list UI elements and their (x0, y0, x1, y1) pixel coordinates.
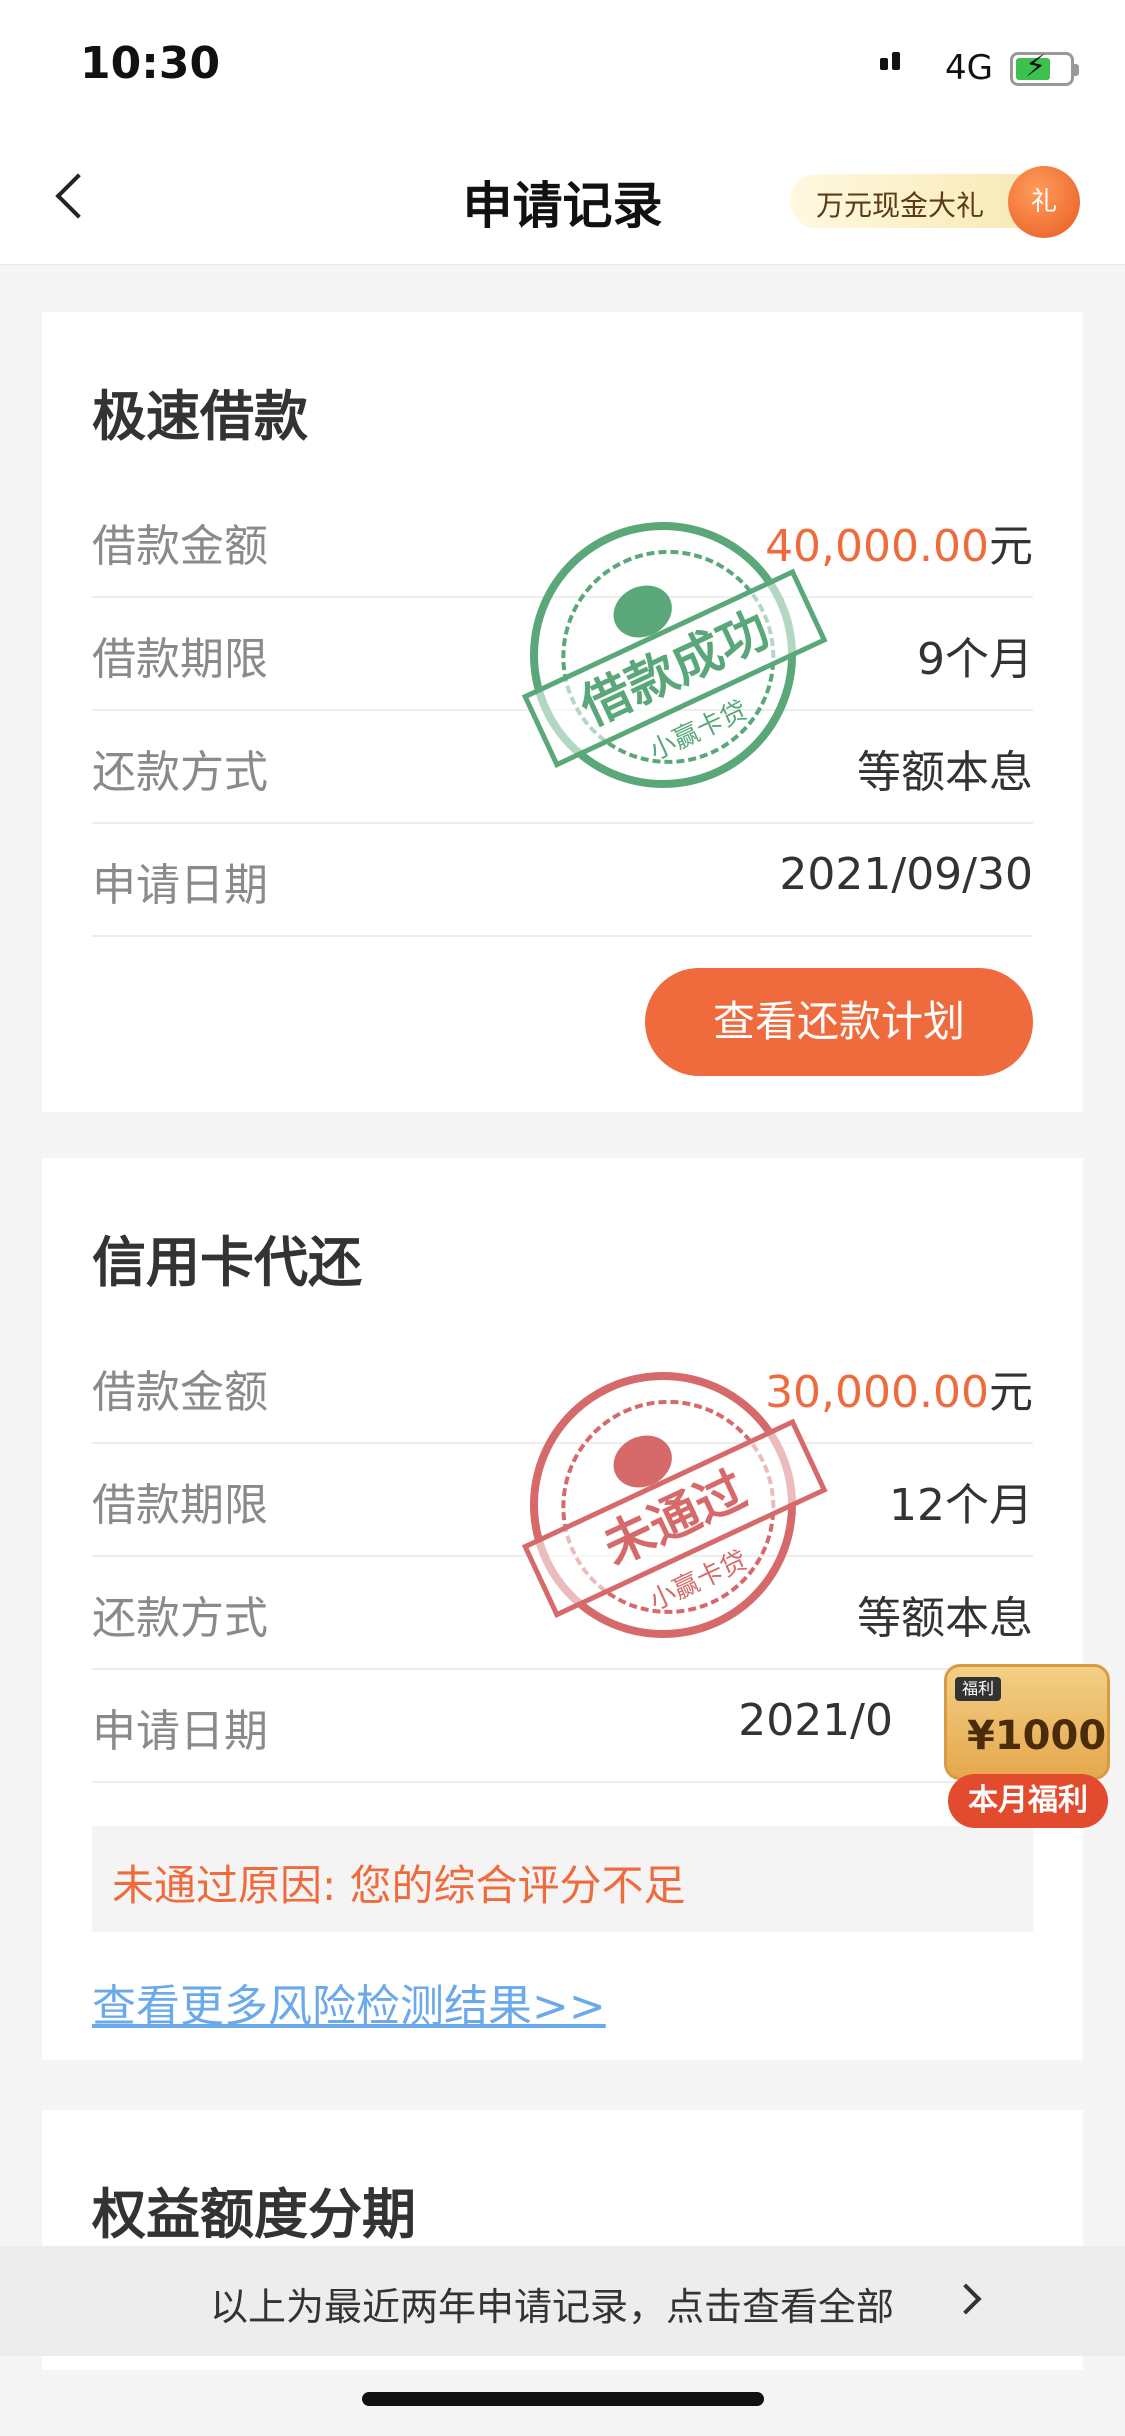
welfare-amount: ¥1000 (967, 1713, 1107, 1759)
card-title: 极速借款 (92, 385, 308, 448)
row-label: 借款金额 (92, 521, 268, 572)
row-value: 12个月 (889, 1480, 1033, 1531)
rejection-reason-box: 未通过原因: 您的综合评分不足 (92, 1826, 1033, 1932)
status-time: 10:30 (80, 38, 221, 89)
loan-amount: 30,000.00 (765, 1367, 989, 1418)
row-value: 等额本息 (857, 747, 1033, 798)
battery-icon: ⚡ (1010, 49, 1079, 86)
promo-banner[interactable]: 万元现金大礼 礼 (790, 166, 1080, 238)
row-label: 借款金额 (92, 1367, 268, 1418)
welfare-tag: 福利 (955, 1677, 1001, 1701)
card-title: 权益额度分期 (92, 2183, 416, 2246)
card-title: 信用卡代还 (92, 1231, 362, 1294)
coupon-card-icon: 福利 ¥1000 (944, 1664, 1110, 1780)
row-value: 2021/0 (738, 1695, 893, 1746)
row-label: 申请日期 (92, 1706, 268, 1757)
row-value: 30,000.00元 (765, 1356, 1033, 1420)
nav-bar: 申请记录 万元现金大礼 礼 (0, 132, 1125, 265)
status-bar: 10:30 4G ⚡ (0, 0, 1125, 132)
row-label: 申请日期 (92, 860, 268, 911)
promo-text: 万元现金大礼 (816, 189, 985, 222)
row-value: 9个月 (917, 634, 1033, 685)
rejection-reason: 未通过原因: 您的综合评分不足 (112, 1861, 686, 1910)
view-all-records-bar[interactable]: 以上为最近两年申请记录，点击查看全部 (0, 2246, 1125, 2356)
gift-bag-icon: 礼 (1008, 166, 1080, 238)
amount-unit: 元 (989, 1367, 1033, 1418)
row-label: 借款期限 (92, 634, 268, 685)
row-label: 还款方式 (92, 1593, 268, 1644)
welfare-label: 本月福利 (948, 1774, 1108, 1828)
network-label: 4G (945, 48, 993, 88)
row-value: 40,000.00元 (765, 510, 1033, 574)
row-value: 2021/09/30 (779, 849, 1033, 900)
risk-results-link[interactable]: 查看更多风险检测结果>> (92, 1970, 606, 2034)
chevron-right-icon (950, 2283, 982, 2315)
amount-unit: 元 (989, 521, 1033, 572)
row-label: 借款期限 (92, 1480, 268, 1531)
view-repayment-plan-button[interactable]: 查看还款计划 (645, 968, 1033, 1076)
home-indicator (362, 2392, 764, 2406)
monthly-welfare-widget[interactable]: 福利 ¥1000 本月福利 (932, 1644, 1120, 1844)
footer-text: 以上为最近两年申请记录，点击查看全部 (210, 2285, 895, 2329)
detail-row: 申请日期 2021/09/30 (92, 823, 1033, 937)
detail-row: 申请日期 2021/0 (92, 1669, 1033, 1783)
row-label: 还款方式 (92, 747, 268, 798)
loan-amount: 40,000.00 (765, 521, 989, 572)
row-value: 等额本息 (857, 1593, 1033, 1644)
